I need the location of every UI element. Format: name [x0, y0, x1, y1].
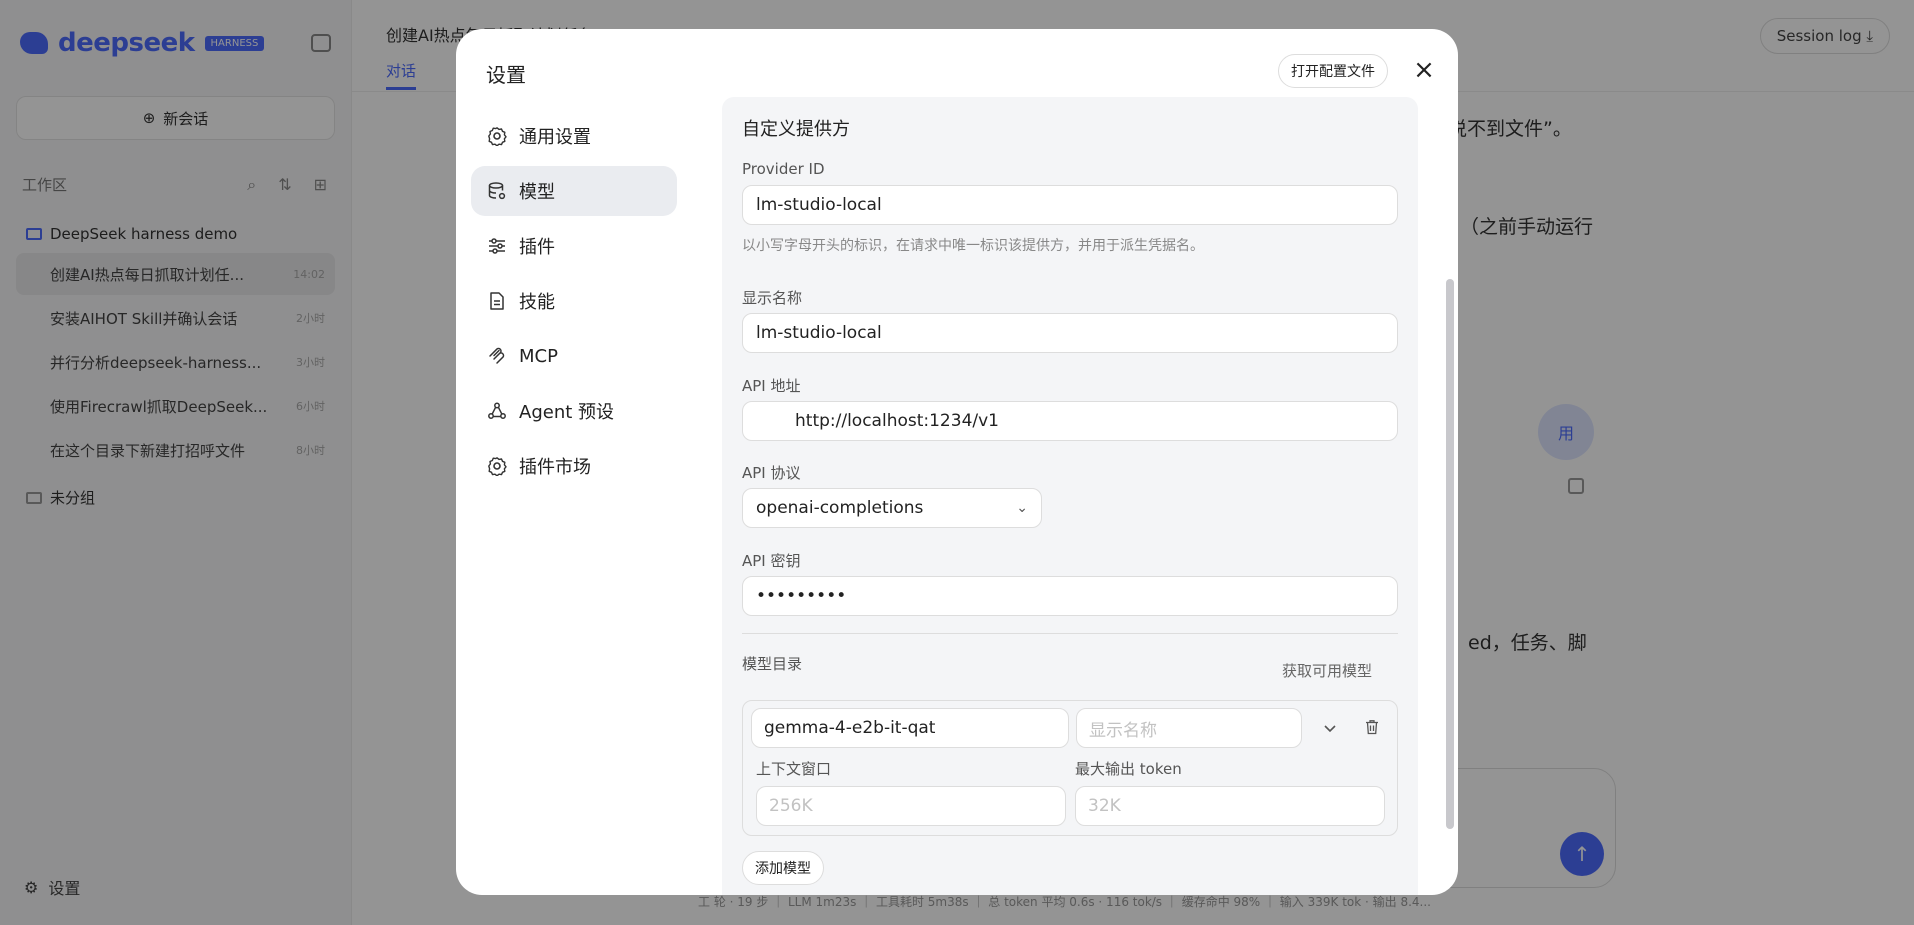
nav-label: 通用设置 — [519, 127, 591, 148]
api-key-label: API 密钥 — [742, 552, 801, 570]
nav-item-mcp[interactable]: MCP — [471, 331, 677, 381]
api-url-label: API 地址 — [742, 377, 801, 395]
agent-icon — [487, 401, 507, 421]
nav-label: 模型 — [519, 182, 555, 203]
nav-item-plugins[interactable]: 插件 — [471, 221, 677, 271]
modal-title: 设置 — [486, 63, 526, 87]
context-window-input[interactable]: 256K — [756, 786, 1066, 826]
provider-id-label: Provider ID — [742, 160, 825, 178]
gear-icon — [487, 126, 507, 146]
chevron-down-icon[interactable] — [1319, 717, 1341, 739]
trash-icon[interactable] — [1361, 716, 1383, 738]
database-icon — [487, 181, 507, 201]
provider-id-hint: 以小写字母开头的标识，在请求中唯一标识该提供方，并用于派生凭据名。 — [742, 238, 1204, 254]
document-icon — [487, 291, 507, 311]
add-model-button[interactable]: 添加模型 — [742, 851, 824, 885]
divider — [742, 633, 1398, 634]
settings-nav: 通用设置 模型 插件 技能 MCP Agent 预设 插件市场 — [471, 111, 677, 496]
display-name-input[interactable]: lm-studio-local — [742, 313, 1398, 353]
provider-settings-panel: 自定义提供方 Provider ID lm-studio-local 以小写字母… — [722, 97, 1418, 895]
model-entry-card: gemma-4-e2b-it-qat 显示名称 上下文窗口 256K 最大输出 … — [742, 700, 1398, 836]
nav-item-plugin-market[interactable]: 插件市场 — [471, 441, 677, 491]
api-protocol-value: openai-completions — [756, 498, 924, 518]
context-window-label: 上下文窗口 — [756, 760, 832, 778]
provider-id-input[interactable]: lm-studio-local — [742, 185, 1398, 225]
max-output-label: 最大输出 token — [1075, 760, 1182, 778]
scrollbar[interactable] — [1446, 279, 1454, 829]
section-title: 自定义提供方 — [742, 119, 850, 140]
model-catalog-label: 模型目录 — [742, 655, 803, 673]
api-url-input[interactable]: http://localhost:1234/v1 — [742, 401, 1398, 441]
model-display-name-input[interactable]: 显示名称 — [1076, 708, 1302, 748]
gear-icon — [487, 456, 507, 476]
open-config-button[interactable]: 打开配置文件 — [1278, 54, 1388, 88]
api-protocol-select[interactable]: openai-completions ⌄ — [742, 488, 1042, 528]
nav-item-skills[interactable]: 技能 — [471, 276, 677, 326]
api-key-input[interactable]: ••••••••• — [742, 576, 1398, 616]
nav-item-models[interactable]: 模型 — [471, 166, 677, 216]
chevron-down-icon: ⌄ — [1016, 500, 1028, 516]
nav-label: Agent 预设 — [519, 402, 615, 423]
fetch-models-button[interactable]: 获取可用模型 — [1282, 660, 1372, 681]
api-protocol-label: API 协议 — [742, 464, 801, 482]
model-id-input[interactable]: gemma-4-e2b-it-qat — [751, 708, 1069, 748]
nav-label: MCP — [519, 345, 558, 367]
max-output-input[interactable]: 32K — [1075, 786, 1385, 826]
display-name-label: 显示名称 — [742, 289, 803, 307]
settings-modal: 设置 打开配置文件 × 通用设置 模型 插件 技能 MCP Agent 预设 插… — [456, 29, 1458, 895]
nav-label: 插件 — [519, 237, 555, 258]
nav-item-general[interactable]: 通用设置 — [471, 111, 677, 161]
sliders-icon — [487, 236, 507, 256]
mcp-icon — [487, 346, 507, 366]
nav-item-agent-presets[interactable]: Agent 预设 — [471, 386, 677, 436]
nav-label: 插件市场 — [519, 457, 591, 478]
nav-label: 技能 — [519, 292, 555, 313]
close-icon[interactable]: × — [1412, 57, 1436, 83]
